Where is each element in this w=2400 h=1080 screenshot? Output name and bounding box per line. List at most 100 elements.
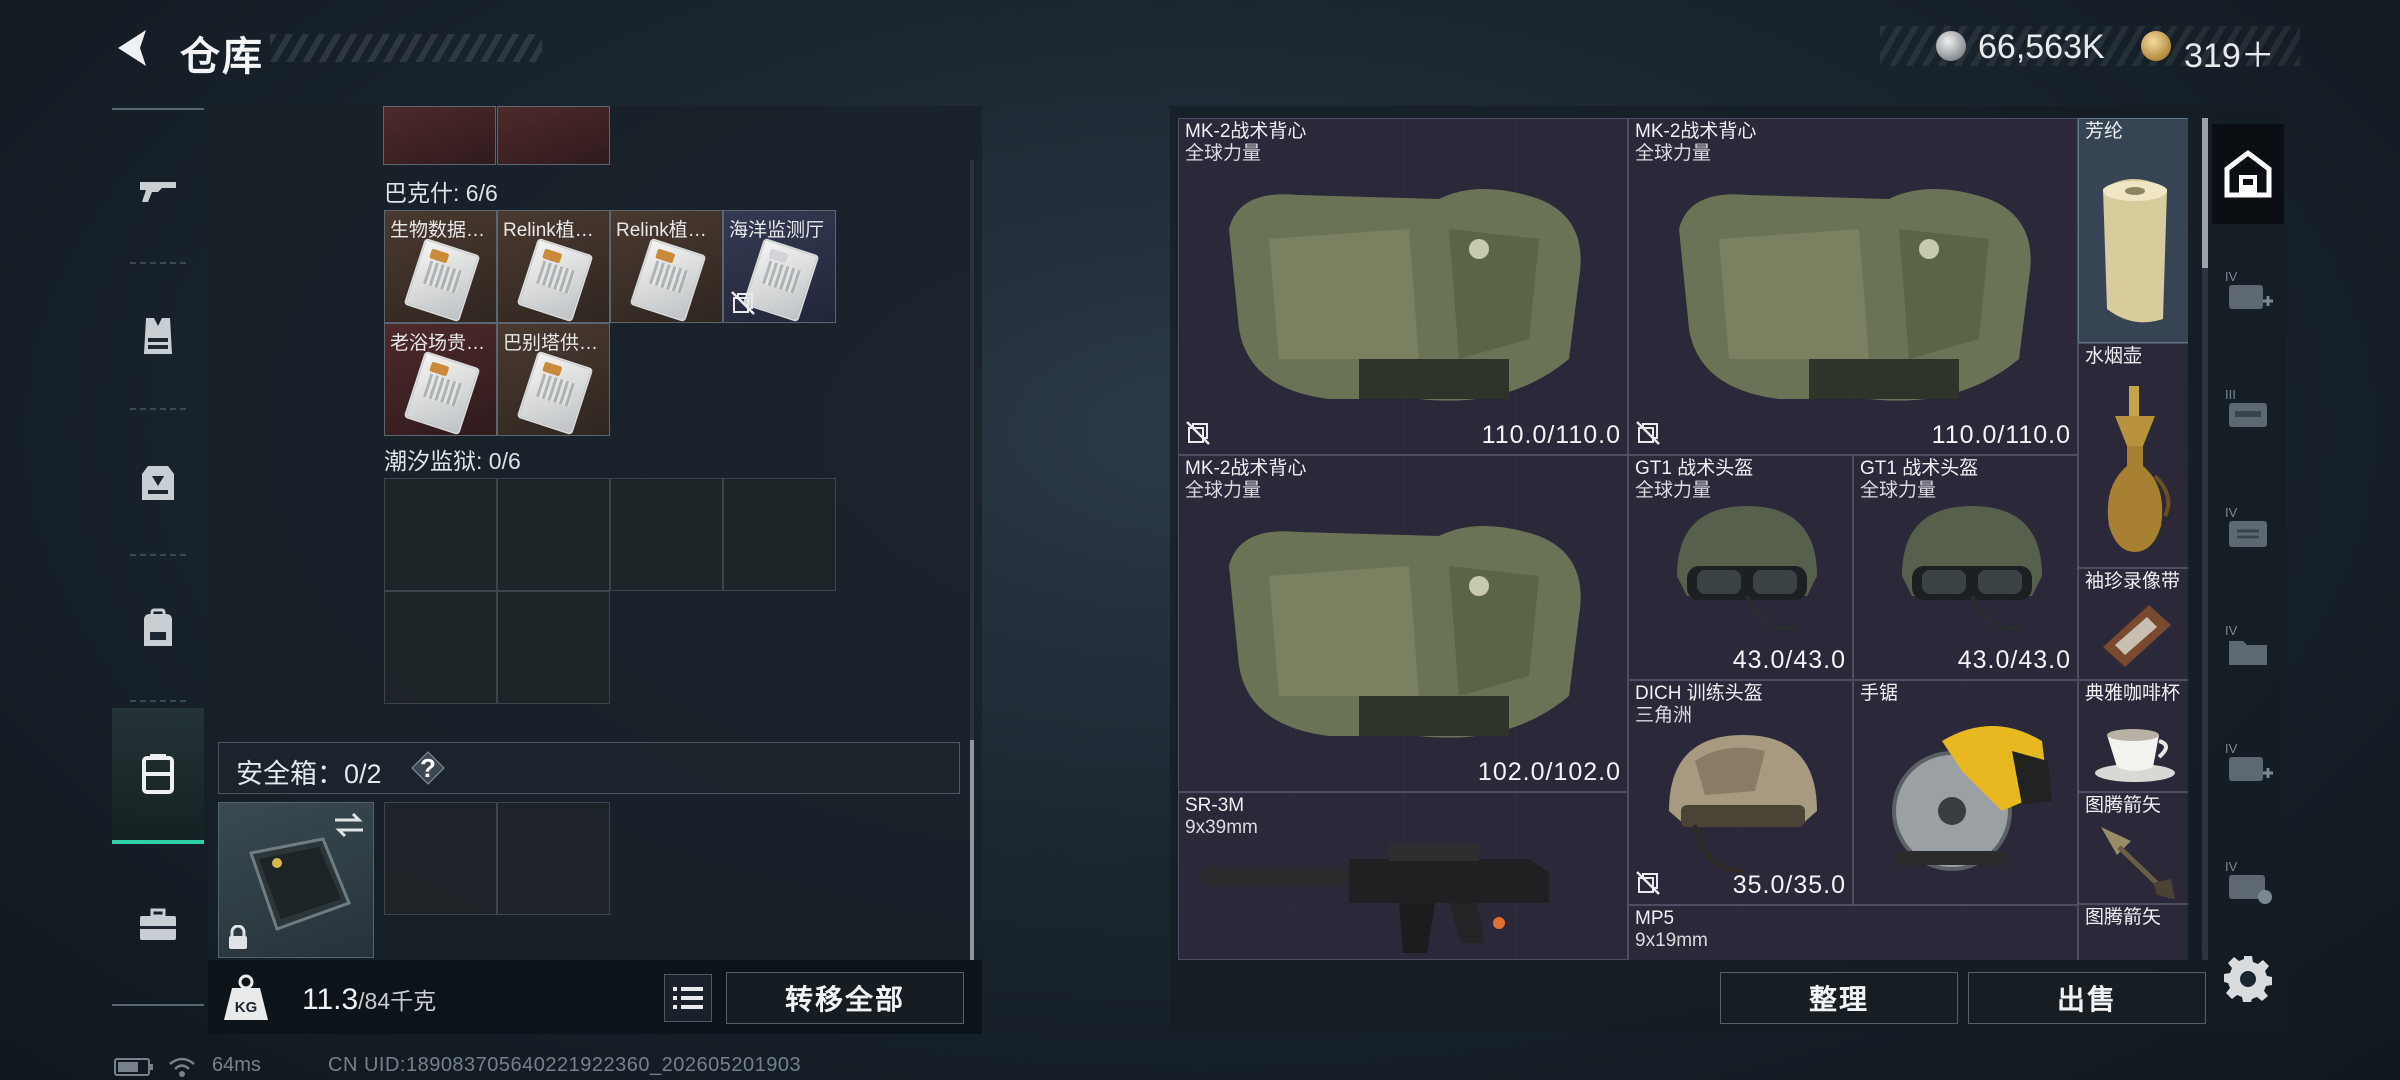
safe-box-container[interactable]: [218, 802, 374, 958]
backpack-icon: [144, 608, 172, 646]
safe-box-slot[interactable]: [384, 802, 497, 915]
empty-slot[interactable]: [497, 478, 610, 591]
right-nav-tier-slot[interactable]: IV: [2212, 242, 2284, 342]
right-nav-warehouse[interactable]: [2212, 124, 2284, 224]
nav-divider: [130, 408, 186, 410]
inventory-item-totem-arrow[interactable]: 图腾箭矢: [2078, 904, 2188, 960]
inventory-item-smg[interactable]: MP5 9x19mm: [1628, 905, 2078, 960]
storage-box-icon: [142, 754, 174, 794]
right-nav-tier-slot[interactable]: IV: [2212, 596, 2284, 696]
tactical-helmet-image: [1677, 506, 1817, 630]
nav-item-weapons[interactable]: [112, 140, 204, 240]
storage-slot[interactable]: [383, 106, 496, 165]
nav-item-vest[interactable]: [112, 286, 204, 386]
nav-divider: [130, 262, 186, 264]
help-label: ?: [420, 752, 436, 783]
item-name: MK-2战术背心: [1185, 121, 1307, 142]
empty-slot[interactable]: [384, 478, 497, 591]
section-label-bakshi: 巴克什: 6/6: [384, 180, 498, 206]
inventory-item-coffee-cup[interactable]: 典雅咖啡杯: [2078, 680, 2188, 792]
weight-value: 11.3/84千克: [302, 982, 436, 1017]
nav-item-storage[interactable]: [112, 708, 204, 844]
item-name: 典雅咖啡杯: [2085, 683, 2181, 704]
storage-item[interactable]: 海洋监测厅: [723, 210, 836, 323]
inventory-item-totem-arrow[interactable]: 图腾箭矢: [2078, 792, 2188, 904]
empty-slot[interactable]: [723, 478, 836, 591]
safe-box-slot[interactable]: [497, 802, 610, 915]
gold-currency-amount[interactable]: 319＋: [2184, 28, 2275, 77]
inventory-item-aramid[interactable]: 芳纶: [2078, 118, 2188, 343]
storage-item[interactable]: 巴别塔供…: [497, 323, 610, 436]
coffee-cup-image: [2095, 729, 2175, 782]
list-view-button[interactable]: [664, 974, 712, 1022]
inventory-item-hookah[interactable]: 水烟壶: [2078, 343, 2188, 568]
empty-slot[interactable]: [384, 591, 497, 704]
nav-item-backpack[interactable]: [112, 578, 204, 678]
transfer-all-button[interactable]: 转移全部: [726, 972, 964, 1024]
storage-item[interactable]: Relink植…: [497, 210, 610, 323]
swap-icon[interactable]: [333, 811, 365, 839]
page-title: 仓库: [180, 35, 264, 79]
settings-gear-icon[interactable]: [2224, 954, 2272, 1002]
right-nav-tier-slot[interactable]: IV: [2212, 478, 2284, 578]
svg-text:IV: IV: [2225, 269, 2238, 284]
sort-button[interactable]: 整理: [1720, 972, 1958, 1024]
weight-current: 11.3: [302, 983, 359, 1016]
item-name: MK-2战术背心: [1635, 121, 1757, 142]
empty-slot[interactable]: [610, 478, 723, 591]
inventory-item-helmet[interactable]: GT1 战术头盔 全球力量 43.0/43.0: [1853, 455, 2078, 680]
item-name: DICH 训练头盔: [1635, 683, 1763, 704]
sell-button[interactable]: 出售: [1968, 972, 2206, 1024]
section-label-tidal-prison: 潮汐监狱: 0/6: [384, 448, 521, 474]
empty-slot[interactable]: [497, 591, 610, 704]
circular-saw-image: [1892, 726, 2052, 871]
item-durability: 43.0/43.0: [1957, 646, 2071, 674]
svg-text:IV: IV: [2225, 505, 2238, 520]
storage-item[interactable]: 老浴场贵…: [384, 323, 497, 436]
tactical-vest-image: [1679, 189, 2031, 401]
no-copy-icon: [1636, 871, 1660, 895]
inventory-item-training-helmet[interactable]: DICH 训练头盔 三角洲 35.0/35.0: [1628, 680, 1853, 905]
inventory-item-hand-saw[interactable]: 手锯: [1853, 680, 2078, 905]
keycard-icon: [403, 237, 481, 322]
svg-text:IV: IV: [2225, 623, 2238, 638]
nav-top-divider: [112, 108, 204, 110]
inventory-item-vest[interactable]: MK-2战术背心 全球力量 110.0/110.0: [1628, 118, 2078, 455]
storage-item[interactable]: Relink植…: [610, 210, 723, 323]
inventory-scrollbar[interactable]: [2202, 118, 2208, 268]
inventory-item-vest[interactable]: MK-2战术背心 全球力量 102.0/102.0: [1178, 455, 1628, 792]
item-brand: 三角洲: [1635, 705, 1693, 726]
item-name: Relink植…: [503, 220, 594, 241]
inventory-item-rifle[interactable]: SR-3M 9x39mm: [1178, 792, 1628, 960]
rifle-image: [1199, 843, 1549, 953]
keycard-icon: [629, 237, 707, 322]
title-decoration: [270, 34, 542, 62]
inventory-item-videotape[interactable]: 袖珍录像带: [2078, 568, 2188, 680]
item-name: 水烟壶: [2085, 346, 2143, 367]
warehouse-icon: [2224, 149, 2272, 198]
item-brand: 全球力量: [1185, 480, 1262, 501]
keycard-icon: [403, 350, 481, 435]
battery-icon: [114, 1058, 153, 1076]
svg-text:III: III: [2225, 387, 2236, 402]
back-arrow-icon[interactable]: [112, 26, 156, 70]
help-icon[interactable]: ?: [410, 750, 446, 786]
right-nav-tier-slot[interactable]: III: [2212, 360, 2284, 460]
storage-item[interactable]: 生物数据…: [384, 210, 497, 323]
ammo-case-icon: IV: [2225, 859, 2272, 904]
storage-slot[interactable]: [497, 106, 610, 165]
inventory-item-helmet[interactable]: GT1 战术头盔 全球力量 43.0/43.0: [1628, 455, 1853, 680]
wifi-icon: [169, 1057, 195, 1077]
nav-item-armor[interactable]: [112, 432, 204, 532]
inventory-item-vest[interactable]: MK-2战术背心 全球力量 110.0/110.0: [1178, 118, 1628, 455]
item-name: 图腾箭矢: [2085, 795, 2162, 816]
weight-kg-icon: KG: [224, 974, 268, 1020]
storage-scrollbar[interactable]: [970, 740, 974, 960]
lock-icon: [229, 925, 247, 949]
nav-bottom-divider: [112, 1004, 204, 1006]
right-nav-tier-slot[interactable]: IV: [2212, 714, 2284, 814]
nav-item-briefcase[interactable]: [112, 874, 204, 974]
rifle-icon: [140, 182, 176, 202]
item-durability: 35.0/35.0: [1732, 871, 1846, 899]
right-nav-tier-slot[interactable]: IV: [2212, 832, 2284, 932]
